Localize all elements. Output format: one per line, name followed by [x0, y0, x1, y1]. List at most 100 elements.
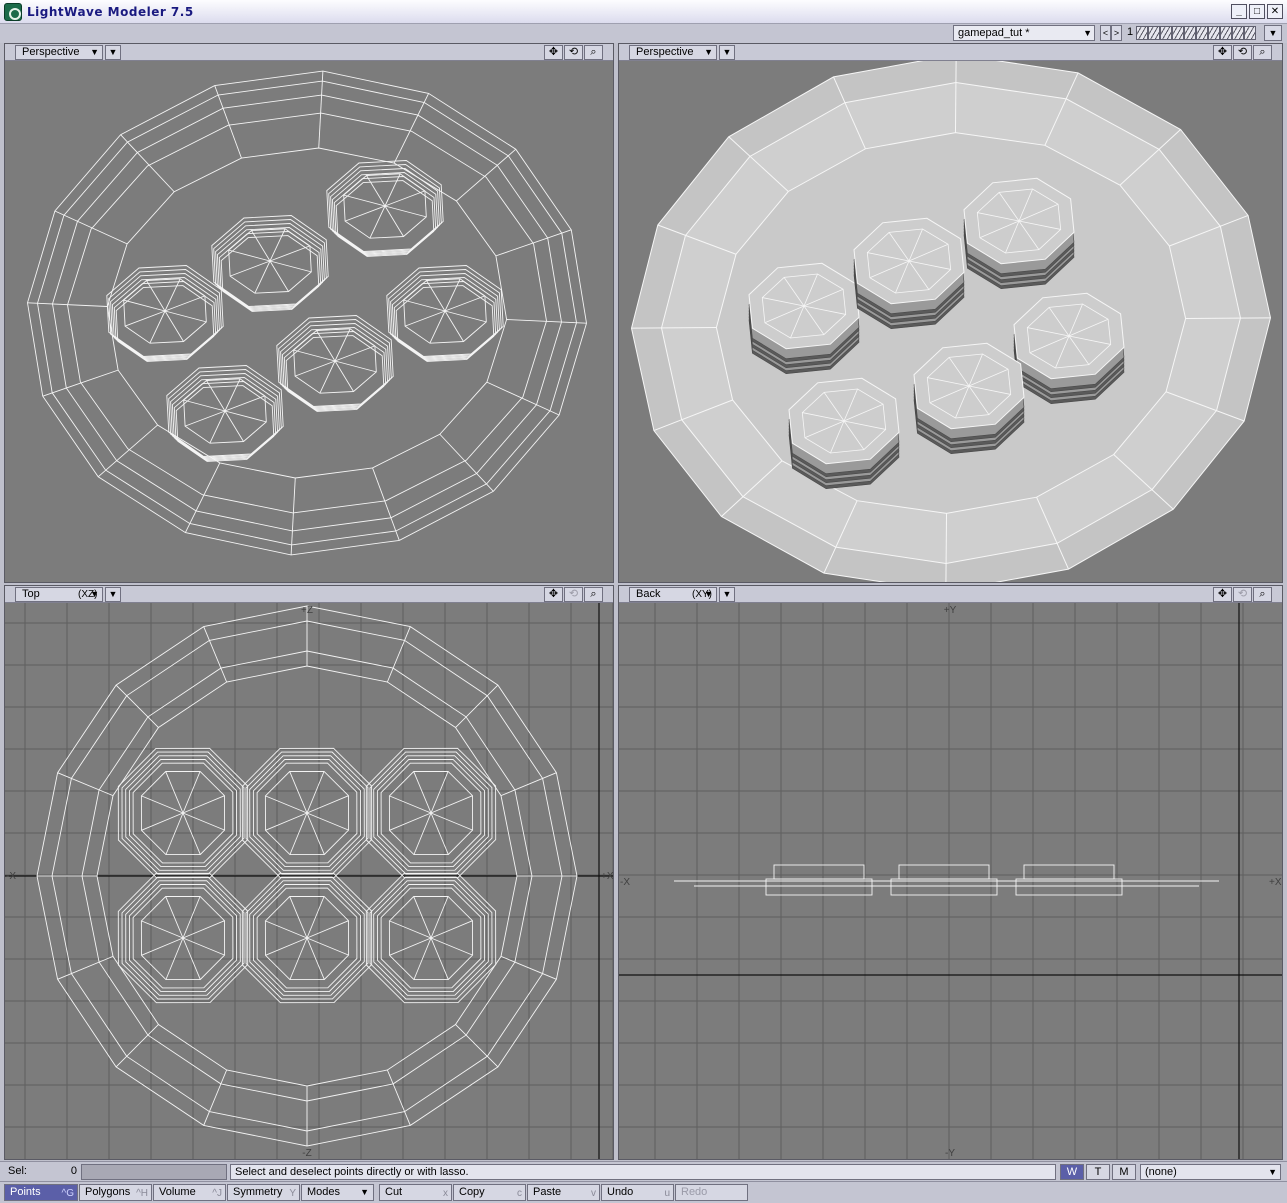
rim-edge	[203, 626, 228, 683]
rim-edge	[203, 1069, 228, 1126]
maximize-button[interactable]: □	[1249, 4, 1265, 19]
view-type-select[interactable]: Back (XY) ▼	[629, 587, 717, 602]
render-mode-dropdown[interactable]: ▼	[719, 45, 735, 60]
zoom-view-icon[interactable]: ⌕	[1253, 45, 1272, 60]
move-view-icon[interactable]: ✥	[1213, 45, 1232, 60]
layer-2-button[interactable]	[1148, 26, 1160, 40]
paste-button[interactable]: Paste v	[527, 1184, 600, 1201]
symmetry-button[interactable]: Symmetry Y	[227, 1184, 300, 1201]
undo-button[interactable]: Undo u	[601, 1184, 674, 1201]
selection-label: Sel:	[8, 1165, 27, 1177]
viewport-perspective-wireframe[interactable]: Perspective ▼ ▼ ✥ ⟲ ⌕	[4, 43, 614, 583]
close-button[interactable]: ✕	[1267, 4, 1283, 19]
layer-3-button[interactable]	[1160, 26, 1172, 40]
zoom-view-icon[interactable]: ⌕	[1253, 587, 1272, 602]
top-view-canvas[interactable]: +Z -Z -X +X	[5, 603, 614, 1160]
zoom-view-icon[interactable]: ⌕	[584, 587, 603, 602]
volume-mode-button[interactable]: Volume ^J	[153, 1184, 226, 1201]
layer-5-button[interactable]	[1184, 26, 1196, 40]
texture-map-button[interactable]: T	[1086, 1164, 1110, 1180]
rim-edge	[120, 134, 175, 193]
lightwave-logo-icon	[4, 2, 22, 21]
viewport-back[interactable]: Back (XY) ▼ ▼ ✥ ⟲ ⌕ +Y -Y -X +X	[618, 585, 1283, 1160]
rim-edge	[57, 772, 114, 797]
viewport-perspective-shaded[interactable]: Perspective ▼ ▼ ✥ ⟲ ⌕	[618, 43, 1283, 583]
selection-count: 0	[70, 1165, 77, 1177]
view-type-label: Perspective	[22, 46, 80, 58]
view-type-label: Perspective	[636, 46, 694, 58]
layer-8-button[interactable]	[1220, 26, 1232, 40]
button-spoke	[403, 299, 446, 312]
button-ring	[281, 327, 389, 410]
axis-label-right: +X	[601, 871, 614, 882]
minimize-button[interactable]: _	[1231, 4, 1247, 19]
layer-10-button[interactable]	[1244, 26, 1256, 40]
copy-button[interactable]: Copy c	[453, 1184, 526, 1201]
redo-button[interactable]: Redo	[675, 1184, 748, 1201]
axis-label-right: +X	[1269, 877, 1282, 888]
points-mode-button[interactable]: Points ^G	[4, 1184, 78, 1201]
chevron-down-icon: ▼	[704, 589, 713, 599]
layer-1-button[interactable]	[1136, 26, 1148, 40]
shaded-canvas[interactable]	[619, 61, 1283, 583]
layers-dropdown-button[interactable]: ▼	[1264, 25, 1282, 41]
view-type-select[interactable]: Perspective ▼	[15, 45, 103, 60]
view-type-select[interactable]: Top (XZ) ▼	[15, 587, 103, 602]
outer-rim-ring	[37, 80, 577, 546]
back-view-canvas[interactable]: +Y -Y -X +X	[619, 603, 1283, 1160]
modes-dropdown[interactable]: Modes ▼	[301, 1184, 374, 1201]
symmetry-shortcut: Y	[289, 1188, 296, 1199]
rotate-view-icon[interactable]: ⟲	[1233, 587, 1252, 602]
render-mode-dropdown[interactable]: ▼	[719, 587, 735, 602]
rim-edge	[393, 93, 430, 164]
weight-map-button[interactable]: W	[1060, 1164, 1084, 1180]
document-select[interactable]: gamepad_tut * ▼	[953, 25, 1095, 41]
wireframe-canvas[interactable]	[5, 61, 614, 583]
next-layer-button[interactable]: >	[1111, 25, 1122, 41]
rim-edge	[97, 424, 158, 478]
outer-rim-ring	[52, 94, 562, 532]
viewport-top[interactable]: Top (XZ) ▼ ▼ ✥ ⟲ ⌕ +Z -Z -X +X	[4, 585, 614, 1160]
move-view-icon[interactable]: ✥	[544, 587, 563, 602]
title-bar: LightWave Modeler 7.5 _ □ ✕	[0, 0, 1287, 24]
chevron-down-icon: ▼	[90, 47, 99, 57]
button-spoke	[183, 399, 226, 412]
rim-edge	[486, 381, 560, 416]
render-mode-dropdown[interactable]: ▼	[105, 45, 121, 60]
button-profile	[773, 864, 865, 880]
vertex-map-select[interactable]: (none) ▼	[1140, 1164, 1281, 1180]
button-spoke	[269, 260, 312, 273]
morph-map-button[interactable]: M	[1112, 1164, 1136, 1180]
axis-label-bottom: -Y	[945, 1148, 955, 1159]
rotate-view-icon[interactable]: ⟲	[1233, 45, 1252, 60]
viewport-header: Perspective ▼ ▼ ✥ ⟲ ⌕	[619, 44, 1282, 61]
window-title: LightWave Modeler 7.5	[27, 4, 194, 19]
zoom-view-icon[interactable]: ⌕	[584, 45, 603, 60]
move-view-icon[interactable]: ✥	[544, 45, 563, 60]
copy-label: Copy	[459, 1186, 485, 1198]
view-type-select[interactable]: Perspective ▼	[629, 45, 717, 60]
rim-edge	[1185, 317, 1271, 320]
button-spoke	[444, 310, 487, 323]
cut-button[interactable]: Cut x	[379, 1184, 452, 1201]
volume-label: Volume	[159, 1186, 196, 1198]
rim-edge	[455, 684, 499, 728]
render-mode-dropdown[interactable]: ▼	[105, 587, 121, 602]
layer-4-button[interactable]	[1172, 26, 1184, 40]
undo-shortcut: u	[664, 1188, 670, 1199]
layer-9-button[interactable]	[1232, 26, 1244, 40]
rotate-view-icon[interactable]: ⟲	[564, 45, 583, 60]
rim-edge	[631, 326, 717, 329]
polygons-mode-button[interactable]: Polygons ^H	[79, 1184, 152, 1201]
axis-label-bottom: -Z	[302, 1148, 311, 1159]
layer-7-button[interactable]	[1208, 26, 1220, 40]
paste-label: Paste	[533, 1186, 562, 1198]
rim-edge	[386, 1069, 411, 1126]
rotate-view-icon[interactable]: ⟲	[564, 587, 583, 602]
layer-toolbar: gamepad_tut * ▼ < > 1 ▼	[0, 24, 1287, 43]
vertex-map-value: (none)	[1145, 1166, 1177, 1178]
prev-layer-button[interactable]: <	[1100, 25, 1111, 41]
layer-6-button[interactable]	[1196, 26, 1208, 40]
selection-info-box	[81, 1164, 227, 1180]
move-view-icon[interactable]: ✥	[1213, 587, 1232, 602]
